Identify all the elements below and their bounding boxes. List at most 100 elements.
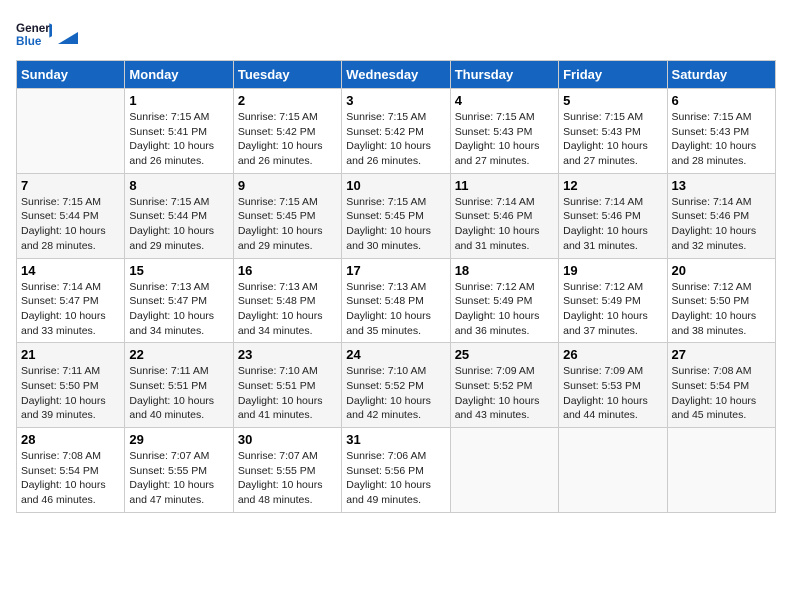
logo: General Blue xyxy=(16,16,78,52)
calendar-cell: 28 Sunrise: 7:08 AMSunset: 5:54 PMDayligh… xyxy=(17,428,125,513)
day-number: 23 xyxy=(238,347,337,362)
day-info: Sunrise: 7:14 AMSunset: 5:47 PMDaylight:… xyxy=(21,280,120,339)
day-info: Sunrise: 7:10 AMSunset: 5:52 PMDaylight:… xyxy=(346,364,445,423)
day-info: Sunrise: 7:08 AMSunset: 5:54 PMDaylight:… xyxy=(672,364,771,423)
week-row-1: 1Sunrise: 7:15 AMSunset: 5:41 PMDaylight… xyxy=(17,89,776,174)
calendar-cell: 3 Sunrise: 7:15 AMSunset: 5:42 PMDaylight… xyxy=(342,89,450,174)
week-row-2: 7 Sunrise: 7:15 AMSunset: 5:44 PMDaylight… xyxy=(17,173,776,258)
day-number: 27 xyxy=(672,347,771,362)
day-number: 19 xyxy=(563,263,662,278)
calendar-cell: 27 Sunrise: 7:08 AMSunset: 5:54 PMDayligh… xyxy=(667,343,775,428)
day-info: Sunrise: 7:14 AMSunset: 5:46 PMDaylight:… xyxy=(672,195,771,254)
day-number: 21 xyxy=(21,347,120,362)
day-info: Sunrise: 7:15 AMSunset: 5:43 PMDaylight:… xyxy=(455,110,554,169)
calendar-cell: 2Sunrise: 7:15 AMSunset: 5:42 PMDaylight… xyxy=(233,89,341,174)
day-info: Sunrise: 7:15 AMSunset: 5:42 PMDaylight:… xyxy=(346,110,445,169)
calendar-cell: 23Sunrise: 7:10 AMSunset: 5:51 PMDayligh… xyxy=(233,343,341,428)
day-info: Sunrise: 7:15 AMSunset: 5:43 PMDaylight:… xyxy=(672,110,771,169)
day-info: Sunrise: 7:15 AMSunset: 5:44 PMDaylight:… xyxy=(129,195,228,254)
calendar-cell: 30Sunrise: 7:07 AMSunset: 5:55 PMDayligh… xyxy=(233,428,341,513)
header-saturday: Saturday xyxy=(667,61,775,89)
day-info: Sunrise: 7:15 AMSunset: 5:42 PMDaylight:… xyxy=(238,110,337,169)
day-number: 30 xyxy=(238,432,337,447)
day-info: Sunrise: 7:12 AMSunset: 5:49 PMDaylight:… xyxy=(563,280,662,339)
calendar-cell: 19 Sunrise: 7:12 AMSunset: 5:49 PMDayligh… xyxy=(559,258,667,343)
day-number: 15 xyxy=(129,263,228,278)
calendar-cell: 18 Sunrise: 7:12 AMSunset: 5:49 PMDayligh… xyxy=(450,258,558,343)
calendar-cell: 31Sunrise: 7:06 AMSunset: 5:56 PMDayligh… xyxy=(342,428,450,513)
day-number: 25 xyxy=(455,347,554,362)
day-number: 29 xyxy=(129,432,228,447)
calendar-cell xyxy=(667,428,775,513)
calendar-cell: 13 Sunrise: 7:14 AMSunset: 5:46 PMDayligh… xyxy=(667,173,775,258)
day-info: Sunrise: 7:07 AMSunset: 5:55 PMDaylight:… xyxy=(129,449,228,508)
day-info: Sunrise: 7:11 AMSunset: 5:50 PMDaylight:… xyxy=(21,364,120,423)
day-info: Sunrise: 7:15 AMSunset: 5:44 PMDaylight:… xyxy=(21,195,120,254)
day-number: 22 xyxy=(129,347,228,362)
day-number: 7 xyxy=(21,178,120,193)
calendar-cell: 20 Sunrise: 7:12 AMSunset: 5:50 PMDayligh… xyxy=(667,258,775,343)
calendar-cell: 12 Sunrise: 7:14 AMSunset: 5:46 PMDayligh… xyxy=(559,173,667,258)
header-thursday: Thursday xyxy=(450,61,558,89)
day-number: 26 xyxy=(563,347,662,362)
calendar-cell: 6Sunrise: 7:15 AMSunset: 5:43 PMDaylight… xyxy=(667,89,775,174)
day-info: Sunrise: 7:13 AMSunset: 5:47 PMDaylight:… xyxy=(129,280,228,339)
day-info: Sunrise: 7:08 AMSunset: 5:54 PMDaylight:… xyxy=(21,449,120,508)
header-sunday: Sunday xyxy=(17,61,125,89)
day-number: 8 xyxy=(129,178,228,193)
logo-icon: General Blue xyxy=(16,16,52,52)
calendar-cell: 17 Sunrise: 7:13 AMSunset: 5:48 PMDayligh… xyxy=(342,258,450,343)
calendar-cell: 21 Sunrise: 7:11 AMSunset: 5:50 PMDayligh… xyxy=(17,343,125,428)
day-info: Sunrise: 7:12 AMSunset: 5:49 PMDaylight:… xyxy=(455,280,554,339)
day-info: Sunrise: 7:14 AMSunset: 5:46 PMDaylight:… xyxy=(455,195,554,254)
day-number: 11 xyxy=(455,178,554,193)
header-wednesday: Wednesday xyxy=(342,61,450,89)
day-info: Sunrise: 7:15 AMSunset: 5:41 PMDaylight:… xyxy=(129,110,228,169)
calendar-cell: 4Sunrise: 7:15 AMSunset: 5:43 PMDaylight… xyxy=(450,89,558,174)
day-number: 31 xyxy=(346,432,445,447)
day-number: 3 xyxy=(346,93,445,108)
calendar-cell: 1Sunrise: 7:15 AMSunset: 5:41 PMDaylight… xyxy=(125,89,233,174)
day-number: 20 xyxy=(672,263,771,278)
day-number: 28 xyxy=(21,432,120,447)
calendar-cell: 15 Sunrise: 7:13 AMSunset: 5:47 PMDayligh… xyxy=(125,258,233,343)
day-number: 18 xyxy=(455,263,554,278)
header-monday: Monday xyxy=(125,61,233,89)
day-number: 10 xyxy=(346,178,445,193)
day-number: 16 xyxy=(238,263,337,278)
day-number: 5 xyxy=(563,93,662,108)
calendar-cell: 29 Sunrise: 7:07 AMSunset: 5:55 PMDayligh… xyxy=(125,428,233,513)
day-info: Sunrise: 7:09 AMSunset: 5:52 PMDaylight:… xyxy=(455,364,554,423)
day-info: Sunrise: 7:14 AMSunset: 5:46 PMDaylight:… xyxy=(563,195,662,254)
calendar-cell: 14 Sunrise: 7:14 AMSunset: 5:47 PMDayligh… xyxy=(17,258,125,343)
calendar-cell: 9Sunrise: 7:15 AMSunset: 5:45 PMDaylight… xyxy=(233,173,341,258)
calendar-cell xyxy=(559,428,667,513)
calendar-header-row: SundayMondayTuesdayWednesdayThursdayFrid… xyxy=(17,61,776,89)
calendar-cell xyxy=(17,89,125,174)
calendar-cell: 5 Sunrise: 7:15 AMSunset: 5:43 PMDaylight… xyxy=(559,89,667,174)
day-number: 24 xyxy=(346,347,445,362)
calendar-cell: 11 Sunrise: 7:14 AMSunset: 5:46 PMDayligh… xyxy=(450,173,558,258)
day-number: 17 xyxy=(346,263,445,278)
calendar-cell: 24 Sunrise: 7:10 AMSunset: 5:52 PMDayligh… xyxy=(342,343,450,428)
day-info: Sunrise: 7:11 AMSunset: 5:51 PMDaylight:… xyxy=(129,364,228,423)
day-info: Sunrise: 7:15 AMSunset: 5:45 PMDaylight:… xyxy=(238,195,337,254)
calendar-cell: 8 Sunrise: 7:15 AMSunset: 5:44 PMDaylight… xyxy=(125,173,233,258)
calendar-cell: 16Sunrise: 7:13 AMSunset: 5:48 PMDayligh… xyxy=(233,258,341,343)
day-info: Sunrise: 7:12 AMSunset: 5:50 PMDaylight:… xyxy=(672,280,771,339)
header-tuesday: Tuesday xyxy=(233,61,341,89)
day-info: Sunrise: 7:13 AMSunset: 5:48 PMDaylight:… xyxy=(346,280,445,339)
calendar-table: SundayMondayTuesdayWednesdayThursdayFrid… xyxy=(16,60,776,513)
day-number: 12 xyxy=(563,178,662,193)
week-row-5: 28 Sunrise: 7:08 AMSunset: 5:54 PMDayligh… xyxy=(17,428,776,513)
day-info: Sunrise: 7:09 AMSunset: 5:53 PMDaylight:… xyxy=(563,364,662,423)
page-header: General Blue xyxy=(16,16,776,52)
day-info: Sunrise: 7:15 AMSunset: 5:43 PMDaylight:… xyxy=(563,110,662,169)
day-number: 14 xyxy=(21,263,120,278)
calendar-cell: 22 Sunrise: 7:11 AMSunset: 5:51 PMDayligh… xyxy=(125,343,233,428)
day-number: 13 xyxy=(672,178,771,193)
logo-triangle-icon xyxy=(58,24,78,44)
calendar-cell: 26 Sunrise: 7:09 AMSunset: 5:53 PMDayligh… xyxy=(559,343,667,428)
day-info: Sunrise: 7:15 AMSunset: 5:45 PMDaylight:… xyxy=(346,195,445,254)
week-row-3: 14 Sunrise: 7:14 AMSunset: 5:47 PMDayligh… xyxy=(17,258,776,343)
